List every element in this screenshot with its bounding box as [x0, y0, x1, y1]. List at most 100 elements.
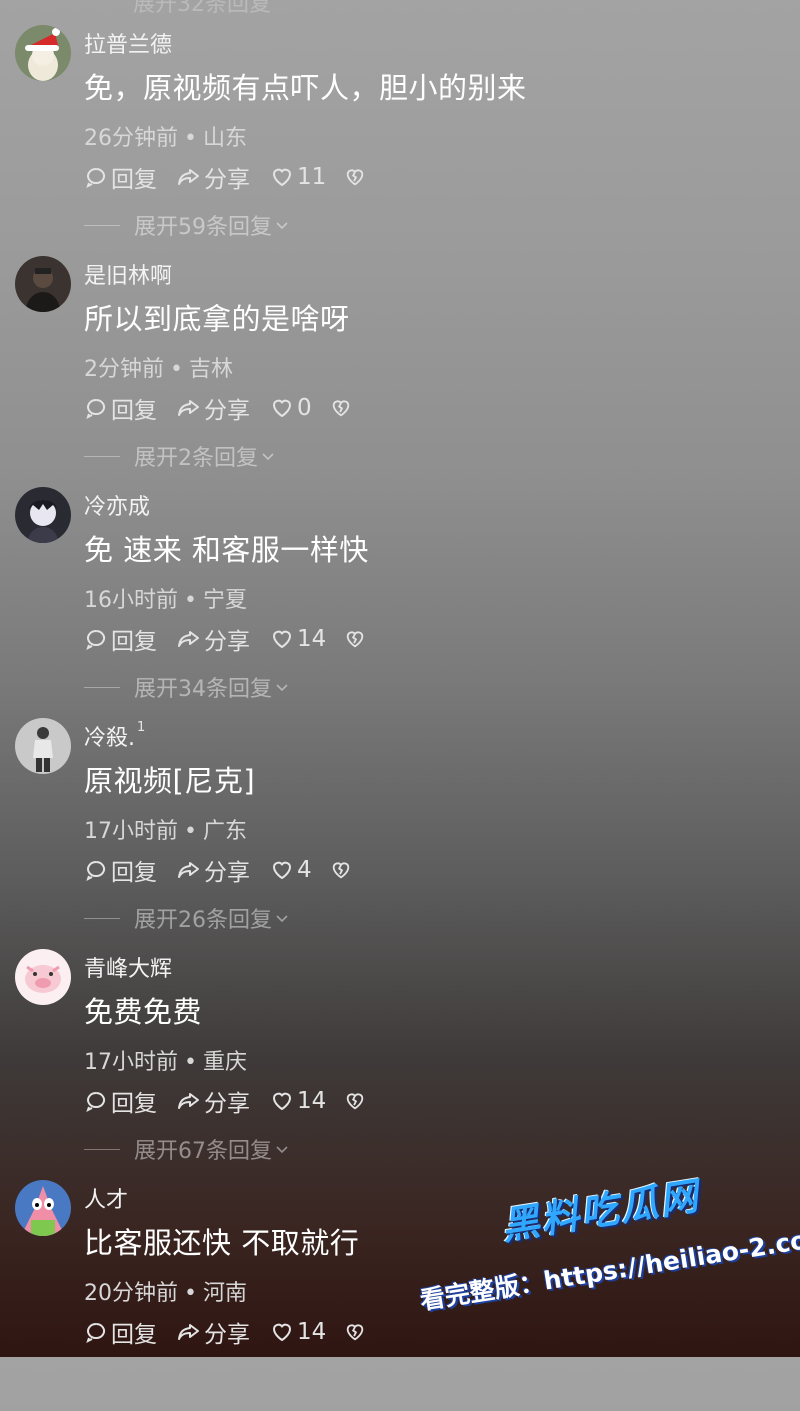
chevron-down-icon: [276, 222, 288, 230]
share-icon: [178, 1324, 199, 1340]
expand-replies-button[interactable]: 展开26条回复: [84, 902, 290, 934]
comment-item: 青峰大辉 免费免费 17小时前 • 重庆 回复 分享 14 展开67条回复: [0, 949, 800, 1180]
expand-replies-button[interactable]: 展开59条回复: [84, 209, 290, 241]
username[interactable]: 拉普兰德: [84, 27, 172, 59]
username[interactable]: 青峰大辉: [84, 951, 172, 983]
avatar[interactable]: [15, 256, 71, 312]
comment-actions: 回复 分享 14: [84, 1085, 389, 1117]
expand-replies-button[interactable]: 展开34条回复: [84, 671, 290, 703]
comment-item: 冷殺. 1 原视频[尼克] 17小时前 • 广东 回复 分享 4 展开26条回复: [0, 718, 800, 949]
reply-button[interactable]: 回复: [84, 1315, 157, 1349]
comment-text: 原视频[尼克]: [84, 764, 256, 798]
expand-replies-button[interactable]: 展开67条回复: [84, 1133, 290, 1165]
dislike-button[interactable]: [344, 628, 369, 650]
broken-heart-icon: [332, 862, 349, 879]
reply-button[interactable]: 回复: [84, 853, 157, 887]
share-button[interactable]: 分享: [177, 1084, 250, 1118]
chevron-down-icon: [262, 453, 274, 461]
dislike-button[interactable]: [330, 859, 355, 881]
username[interactable]: 冷亦成: [84, 489, 150, 521]
share-icon: [178, 400, 199, 416]
like-count: 4: [297, 857, 312, 883]
comment-text: 免费免费: [84, 995, 203, 1029]
share-icon: [178, 862, 199, 878]
like-button[interactable]: 4: [270, 857, 312, 883]
reply-icon: [86, 168, 105, 188]
comment-actions: 回复 分享 14: [84, 623, 389, 655]
dislike-button[interactable]: [344, 1090, 369, 1112]
broken-heart-icon: [347, 169, 364, 186]
partial-expand-replies[interactable]: 展开32条回复: [0, 0, 800, 14]
comment-text: 所以到底拿的是啥呀: [84, 302, 350, 336]
username[interactable]: 冷殺. 1: [84, 720, 145, 752]
comment-item: 拉普兰德 免，原视频有点吓人，胆小的别来 26分钟前 • 山东 回复 分享 11 展…: [0, 25, 800, 256]
comment-meta: 17小时前 • 广东: [84, 819, 247, 844]
like-count: 14: [297, 1088, 327, 1114]
dislike-button[interactable]: [344, 1321, 369, 1343]
heart-icon: [272, 630, 292, 649]
broken-heart-icon: [347, 631, 364, 648]
reply-icon: [86, 1092, 105, 1112]
comment-actions: 回复 分享 14: [84, 1316, 389, 1348]
broken-heart-icon: [347, 1324, 364, 1341]
heart-icon: [272, 861, 292, 880]
broken-heart-icon: [347, 1093, 364, 1110]
level-badge: 1: [137, 720, 146, 735]
heart-icon: [272, 168, 292, 187]
like-count: 14: [297, 1319, 327, 1345]
username[interactable]: 人才: [84, 1182, 128, 1214]
comment-actions: 回复 分享 0: [84, 392, 375, 424]
comment-actions: 回复 分享 4: [84, 854, 375, 886]
chevron-down-icon: [276, 1146, 288, 1154]
watermark-brand: 黑料吃瓜网: [498, 1173, 703, 1249]
share-icon: [178, 169, 199, 185]
dislike-button[interactable]: [330, 397, 355, 419]
avatar[interactable]: [15, 718, 71, 774]
comment-meta: 20分钟前 • 河南: [84, 1281, 247, 1306]
comment-text: 免，原视频有点吓人，胆小的别来: [84, 71, 527, 105]
comment-text: 比客服还快 不取就行: [84, 1226, 360, 1260]
avatar[interactable]: [15, 949, 71, 1005]
heart-icon: [272, 1323, 292, 1342]
comment-text: 免 速来 和客服一样快: [84, 533, 369, 567]
share-icon: [178, 631, 199, 647]
reply-button[interactable]: 回复: [84, 622, 157, 656]
share-button[interactable]: 分享: [177, 622, 250, 656]
like-count: 0: [297, 395, 312, 421]
chevron-down-icon: [276, 684, 288, 692]
share-button[interactable]: 分享: [177, 391, 250, 425]
reply-button[interactable]: 回复: [84, 1084, 157, 1118]
broken-heart-icon: [332, 400, 349, 417]
like-button[interactable]: 14: [270, 1088, 326, 1114]
username[interactable]: 是旧林啊: [84, 258, 172, 290]
comment-meta: 17小时前 • 重庆: [84, 1050, 247, 1075]
chevron-down-icon: [276, 915, 288, 923]
share-button[interactable]: 分享: [177, 1315, 250, 1349]
like-count: 14: [297, 626, 327, 652]
heart-icon: [272, 399, 292, 418]
reply-icon: [86, 399, 105, 419]
share-icon: [178, 1093, 199, 1109]
comment-actions: 回复 分享 11: [84, 161, 389, 193]
expand-replies-button[interactable]: 展开2条回复: [84, 440, 276, 472]
like-button[interactable]: 14: [270, 626, 326, 652]
avatar[interactable]: [15, 487, 71, 543]
like-count: 11: [297, 164, 327, 190]
comment-meta: 2分钟前 • 吉林: [84, 357, 233, 382]
share-button[interactable]: 分享: [177, 160, 250, 194]
avatar[interactable]: [15, 1180, 71, 1236]
like-button[interactable]: 0: [270, 395, 312, 421]
reply-icon: [86, 630, 105, 650]
reply-button[interactable]: 回复: [84, 391, 157, 425]
comment-meta: 26分钟前 • 山东: [84, 126, 247, 151]
dislike-button[interactable]: [344, 166, 369, 188]
comment-item: 冷亦成 免 速来 和客服一样快 16小时前 • 宁夏 回复 分享 14 展开34条回…: [0, 487, 800, 718]
share-button[interactable]: 分享: [177, 853, 250, 887]
like-button[interactable]: 11: [270, 164, 326, 190]
reply-button[interactable]: 回复: [84, 160, 157, 194]
like-button[interactable]: 14: [270, 1319, 326, 1345]
avatar[interactable]: [15, 25, 71, 81]
comment-item: 是旧林啊 所以到底拿的是啥呀 2分钟前 • 吉林 回复 分享 0 展开2条回复: [0, 256, 800, 487]
reply-icon: [86, 1323, 105, 1343]
comment-meta: 16小时前 • 宁夏: [84, 588, 247, 613]
